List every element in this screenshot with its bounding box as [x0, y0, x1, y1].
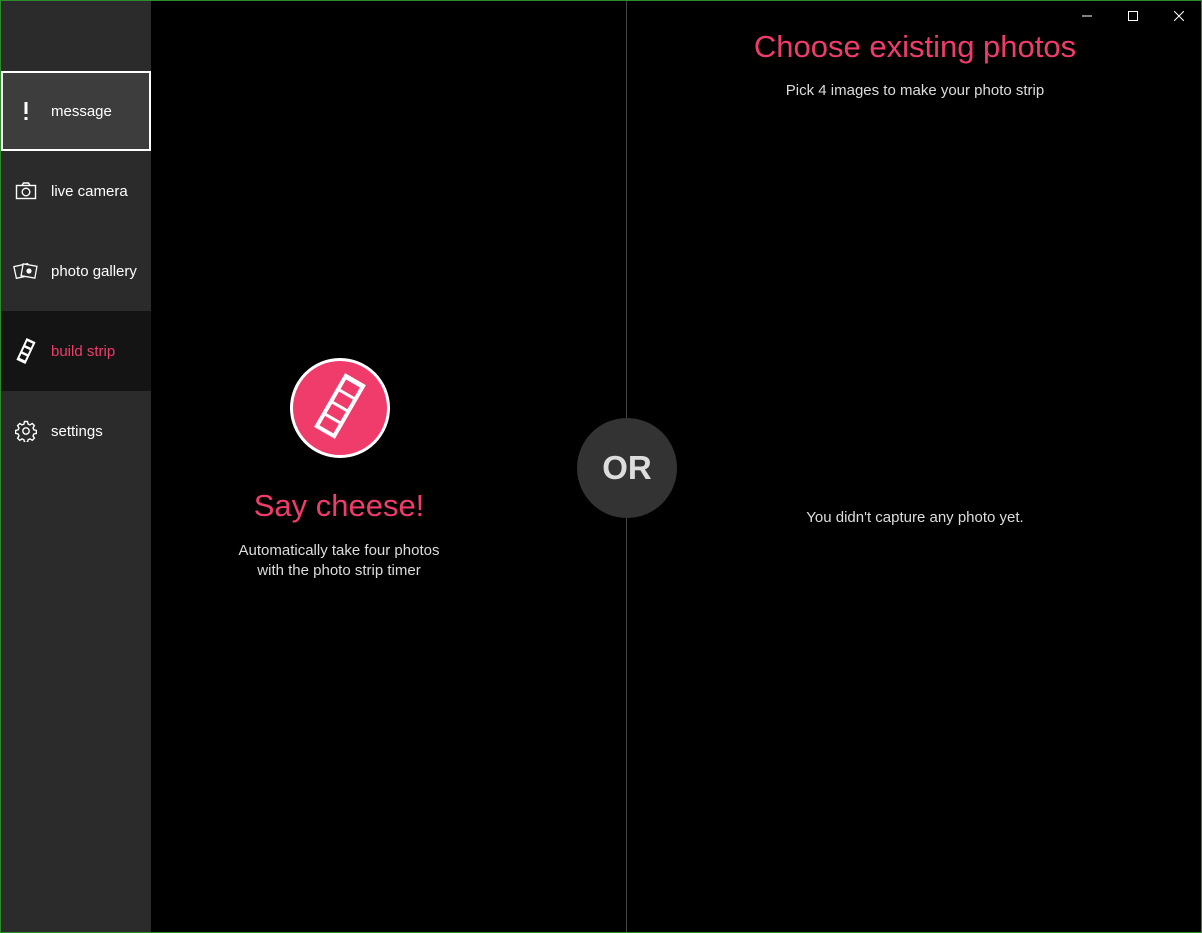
- camera-icon: [1, 151, 51, 231]
- empty-photos-message: You didn't capture any photo yet.: [806, 509, 1024, 526]
- say-cheese-title: Say cheese!: [253, 488, 425, 523]
- sidebar-item-message[interactable]: message: [1, 71, 151, 151]
- choose-existing-title: Choose existing photos: [753, 29, 1077, 64]
- sidebar-item-label: settings: [51, 422, 103, 440]
- close-icon: [1173, 8, 1185, 26]
- sidebar-item-label: build strip: [51, 342, 116, 360]
- sidebar-item-label: message: [51, 102, 112, 120]
- say-cheese-description: Automatically take four photos with the …: [152, 541, 526, 581]
- gear-icon: [1, 391, 51, 471]
- start-photo-strip-button[interactable]: [290, 358, 390, 458]
- sidebar-item-live-camera[interactable]: live camera: [1, 151, 151, 231]
- film-strip-icon: [310, 371, 370, 446]
- sidebar: message live camera photo gallery build …: [1, 1, 151, 932]
- exclamation-icon: [1, 71, 51, 151]
- sidebar-item-label: live camera: [51, 182, 128, 200]
- app-window: message live camera photo gallery build …: [0, 0, 1202, 933]
- description-line: with the photo strip timer: [257, 562, 421, 579]
- sidebar-item-build-strip[interactable]: build strip: [1, 311, 151, 391]
- description-line: Automatically take four photos: [238, 542, 440, 559]
- sidebar-item-label: photo gallery: [51, 262, 137, 280]
- sidebar-item-settings[interactable]: settings: [1, 391, 151, 471]
- minimize-icon: [1082, 8, 1092, 26]
- maximize-icon: [1128, 8, 1138, 26]
- or-badge: OR: [577, 418, 677, 518]
- film-strip-icon: [1, 311, 51, 391]
- gallery-icon: [1, 231, 51, 311]
- choose-existing-subtitle: Pick 4 images to make your photo strip: [785, 82, 1045, 99]
- sidebar-item-photo-gallery[interactable]: photo gallery: [1, 231, 151, 311]
